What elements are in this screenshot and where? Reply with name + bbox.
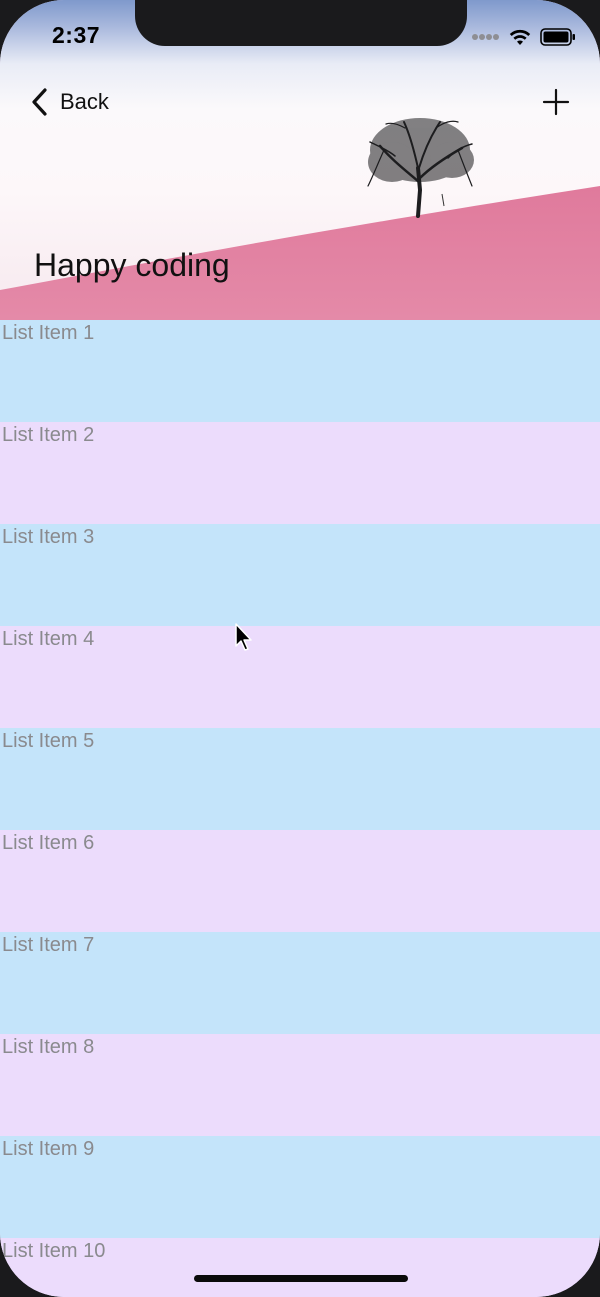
wifi-icon xyxy=(509,29,531,45)
list-item[interactable]: List Item 7 xyxy=(0,932,600,1034)
list-item-label: List Item 9 xyxy=(2,1138,95,1160)
list-item[interactable]: List Item 10 xyxy=(0,1238,600,1297)
page-title: Happy coding xyxy=(34,247,230,283)
list-item-label: List Item 3 xyxy=(2,526,95,548)
list-item[interactable]: List Item 9 xyxy=(0,1136,600,1238)
plus-icon xyxy=(542,88,570,116)
list-item-label: List Item 2 xyxy=(2,424,95,446)
list-item-label: List Item 7 xyxy=(2,934,95,956)
tree-canopy xyxy=(368,118,474,182)
status-icons xyxy=(472,26,576,48)
list-item-label: List Item 5 xyxy=(2,730,95,752)
device-notch xyxy=(135,0,467,46)
list-item-label: List Item 6 xyxy=(2,832,95,854)
back-button-label: Back xyxy=(60,89,109,114)
list-item-label: List Item 8 xyxy=(2,1036,95,1058)
swing xyxy=(441,193,445,207)
signal-dots-icon xyxy=(472,34,499,40)
list-item-label: List Item 4 xyxy=(2,628,95,650)
list-item-label: List Item 1 xyxy=(2,322,95,344)
list-item[interactable]: List Item 6 xyxy=(0,830,600,932)
list-item[interactable]: List Item 5 xyxy=(0,728,600,830)
list-item[interactable]: List Item 4 xyxy=(0,626,600,728)
back-button[interactable]: Back xyxy=(30,84,109,120)
list-item[interactable]: List Item 3 xyxy=(0,524,600,626)
list-item[interactable]: List Item 1 xyxy=(0,320,600,422)
app-screen: 2:37 Back Happy coding List Item 1 List … xyxy=(0,0,600,1297)
list-item-label: List Item 10 xyxy=(2,1240,106,1262)
list-item[interactable]: List Item 8 xyxy=(0,1034,600,1136)
mouse-pointer-icon xyxy=(235,623,252,651)
item-list: List Item 1 List Item 2 List Item 3 List… xyxy=(0,320,600,1297)
add-button[interactable] xyxy=(542,88,570,116)
status-time: 2:37 xyxy=(52,22,101,48)
list-item[interactable]: List Item 2 xyxy=(0,422,600,524)
chevron-left-icon xyxy=(32,88,47,116)
battery-icon xyxy=(540,28,575,46)
home-indicator[interactable] xyxy=(194,1275,408,1282)
